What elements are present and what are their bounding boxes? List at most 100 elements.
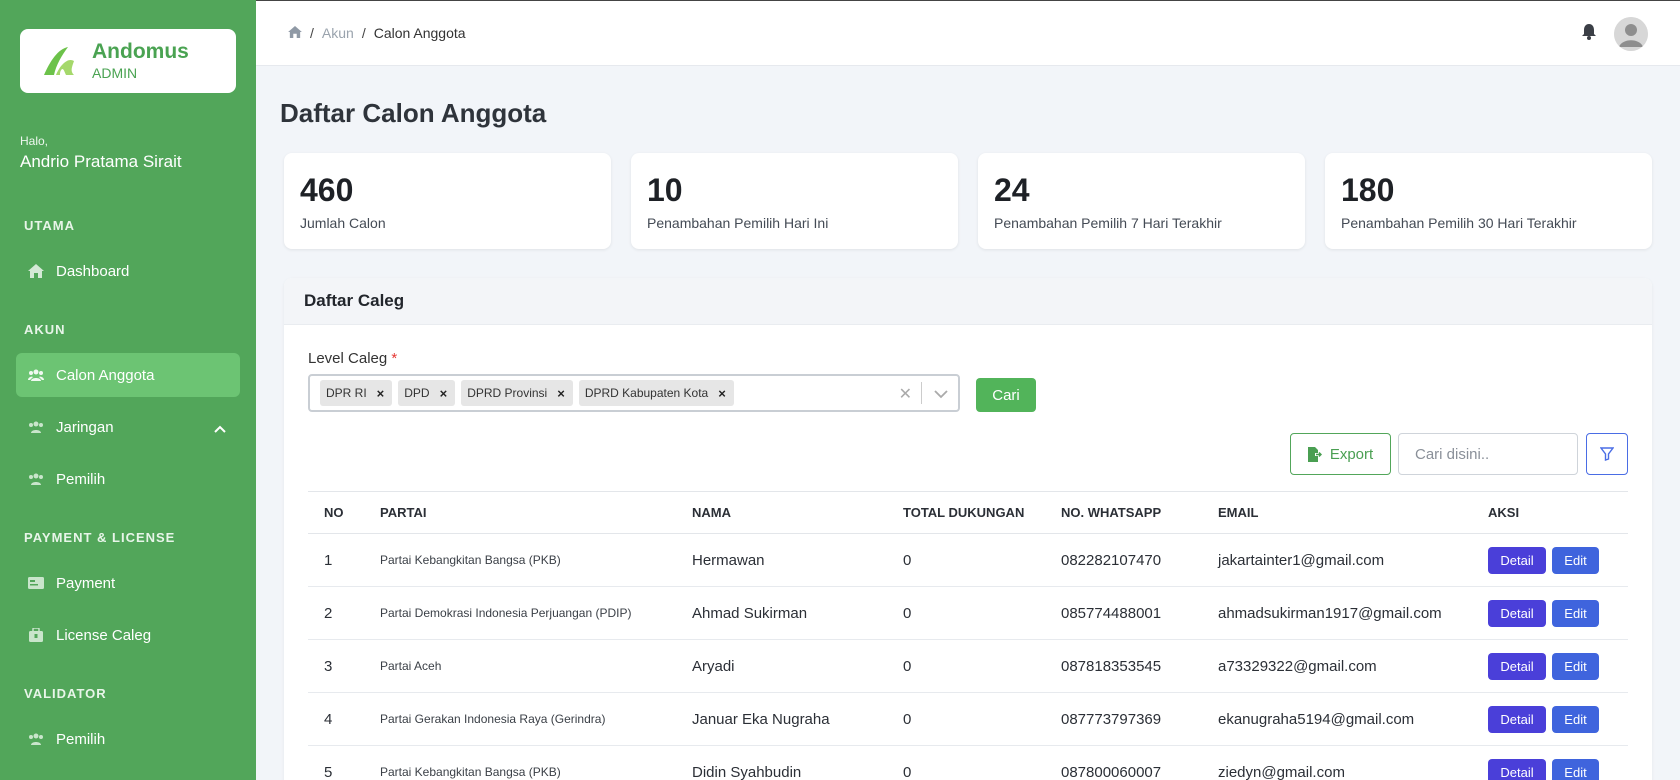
column-header: AKSI <box>1472 491 1628 534</box>
column-header: NO <box>308 491 364 534</box>
cell-partai: Partai Aceh <box>364 639 676 693</box>
section-title-validator: VALIDATOR <box>24 686 107 701</box>
cell-email: jakartainter1@gmail.com <box>1202 533 1472 587</box>
home-icon[interactable] <box>288 25 302 41</box>
tag-label: DPRD Kabupaten Kota <box>584 386 709 400</box>
avatar[interactable] <box>1614 17 1648 51</box>
cell-email: a73329322@gmail.com <box>1202 639 1472 693</box>
divider <box>921 382 922 404</box>
edit-button[interactable]: Edit <box>1552 705 1599 733</box>
required-mark: * <box>391 350 398 367</box>
cell-nama: Ahmad Sukirman <box>676 586 887 640</box>
caleg-panel: Daftar Caleg Level Caleg * DPR RI × DPD … <box>284 278 1652 780</box>
andomus-logo-icon <box>44 47 74 75</box>
level-caleg-multiselect[interactable]: DPR RI × DPD × DPRD Provinsi × DPRD Kabu… <box>308 374 960 412</box>
section-title-payment-license: PAYMENT & LICENSE <box>24 530 176 545</box>
users-icon <box>28 368 44 382</box>
bell-icon[interactable] <box>1582 23 1596 45</box>
users-icon <box>28 420 44 434</box>
user-name: Andrio Pratama Sirait <box>20 152 182 171</box>
cell-nama: Didin Syahbudin <box>676 745 887 780</box>
breadcrumb: / Akun / Calon Anggota <box>288 25 466 41</box>
tag-label: DPRD Provinsi <box>467 386 548 400</box>
sidebar-item-validator-pemilih[interactable]: Pemilih <box>16 717 240 761</box>
cell-partai: Partai Kebangkitan Bangsa (PKB) <box>364 533 676 587</box>
tag-label: DPD <box>404 386 430 400</box>
detail-button[interactable]: Detail <box>1488 599 1546 627</box>
cell-partai: Partai Gerakan Indonesia Raya (Gerindra) <box>364 692 676 746</box>
detail-button[interactable]: Detail <box>1488 546 1546 574</box>
cell-email: ziedyn@gmail.com <box>1202 745 1472 780</box>
detail-button[interactable]: Detail <box>1488 705 1546 733</box>
cari-button[interactable]: Cari <box>976 378 1036 412</box>
payment-card-icon <box>28 576 44 590</box>
chevron-up-icon[interactable] <box>214 420 226 437</box>
table-row: 3 Partai Aceh Aryadi 0 087818353545 a733… <box>308 639 1628 693</box>
chevron-down-icon[interactable] <box>934 386 948 404</box>
sidebar-item-calon-anggota[interactable]: Calon Anggota <box>16 353 240 397</box>
stat-card: 10 Penambahan Pemilih Hari Ini <box>631 153 958 249</box>
brand-role: ADMIN <box>92 65 138 81</box>
cell-nama: Januar Eka Nugraha <box>676 692 887 746</box>
column-header: PARTAI <box>364 491 676 534</box>
detail-button[interactable]: Detail <box>1488 652 1546 680</box>
cell-dukungan: 0 <box>887 586 1045 640</box>
cell-aksi: Detail Edit <box>1472 692 1628 746</box>
cell-aksi: Detail Edit <box>1472 586 1628 640</box>
search-input[interactable] <box>1398 433 1578 475</box>
cell-no: 3 <box>308 639 364 693</box>
export-button[interactable]: Export <box>1290 433 1391 475</box>
stat-value: 24 <box>994 172 1030 208</box>
edit-button[interactable]: Edit <box>1552 758 1599 780</box>
filter-button[interactable] <box>1586 433 1628 475</box>
stat-card: 180 Penambahan Pemilih 30 Hari Terakhir <box>1325 153 1652 249</box>
page-title: Daftar Calon Anggota <box>280 98 547 128</box>
stat-card: 24 Penambahan Pemilih 7 Hari Terakhir <box>978 153 1305 249</box>
cell-whatsapp: 087773797369 <box>1045 692 1202 746</box>
stat-label: Penambahan Pemilih Hari Ini <box>647 215 829 231</box>
level-caleg-label-text: Level Caleg <box>308 350 388 367</box>
sidebar-item-label: Pemilih <box>56 470 106 488</box>
caleg-table: NO PARTAI NAMA TOTAL DUKUNGAN NO. WHATSA… <box>308 491 1628 780</box>
stat-value: 180 <box>1341 172 1395 208</box>
clear-icon[interactable]: ✕ <box>899 384 912 404</box>
cell-dukungan: 0 <box>887 639 1045 693</box>
brand-card[interactable]: Andomus ADMIN <box>20 29 236 93</box>
sidebar-item-dashboard[interactable]: Dashboard <box>16 249 240 293</box>
briefcase-icon <box>28 628 44 642</box>
remove-tag-icon[interactable]: × <box>440 386 448 401</box>
table-header-row: NO PARTAI NAMA TOTAL DUKUNGAN NO. WHATSA… <box>308 491 1628 534</box>
detail-button[interactable]: Detail <box>1488 758 1546 780</box>
selected-tag: DPRD Provinsi × <box>461 380 573 406</box>
table-row: 2 Partai Demokrasi Indonesia Perjuangan … <box>308 586 1628 640</box>
cell-whatsapp: 082282107470 <box>1045 533 1202 587</box>
remove-tag-icon[interactable]: × <box>557 386 565 401</box>
column-header: EMAIL <box>1202 491 1472 534</box>
cell-dukungan: 0 <box>887 745 1045 780</box>
topbar: / Akun / Calon Anggota <box>256 0 1680 66</box>
remove-tag-icon[interactable]: × <box>377 386 385 401</box>
cell-dukungan: 0 <box>887 692 1045 746</box>
brand-name: Andomus <box>92 40 189 63</box>
file-export-icon <box>1307 446 1322 462</box>
table-row: 1 Partai Kebangkitan Bangsa (PKB) Hermaw… <box>308 533 1628 587</box>
breadcrumb-current: Calon Anggota <box>373 25 466 41</box>
stat-label: Penambahan Pemilih 7 Hari Terakhir <box>994 215 1222 231</box>
edit-button[interactable]: Edit <box>1552 599 1599 627</box>
sidebar-item-jaringan[interactable]: Jaringan <box>16 405 240 449</box>
cell-partai: Partai Demokrasi Indonesia Perjuangan (P… <box>364 586 676 640</box>
sidebar-item-pemilih[interactable]: Pemilih <box>16 457 240 501</box>
edit-button[interactable]: Edit <box>1552 652 1599 680</box>
sidebar-item-license-caleg[interactable]: License Caleg <box>16 613 240 657</box>
table-row: 4 Partai Gerakan Indonesia Raya (Gerindr… <box>308 692 1628 746</box>
stat-label: Penambahan Pemilih 30 Hari Terakhir <box>1341 215 1577 231</box>
sidebar-item-payment[interactable]: Payment <box>16 561 240 605</box>
users-icon <box>28 472 44 486</box>
edit-button[interactable]: Edit <box>1552 546 1599 574</box>
cell-whatsapp: 087800060007 <box>1045 745 1202 780</box>
cell-email: ahmadsukirman1917@gmail.com <box>1202 586 1472 640</box>
level-caleg-label: Level Caleg * <box>308 350 397 367</box>
breadcrumb-akun[interactable]: Akun <box>322 25 354 41</box>
user-greeting: Halo, Andrio Pratama Sirait <box>20 134 182 172</box>
remove-tag-icon[interactable]: × <box>718 386 726 401</box>
